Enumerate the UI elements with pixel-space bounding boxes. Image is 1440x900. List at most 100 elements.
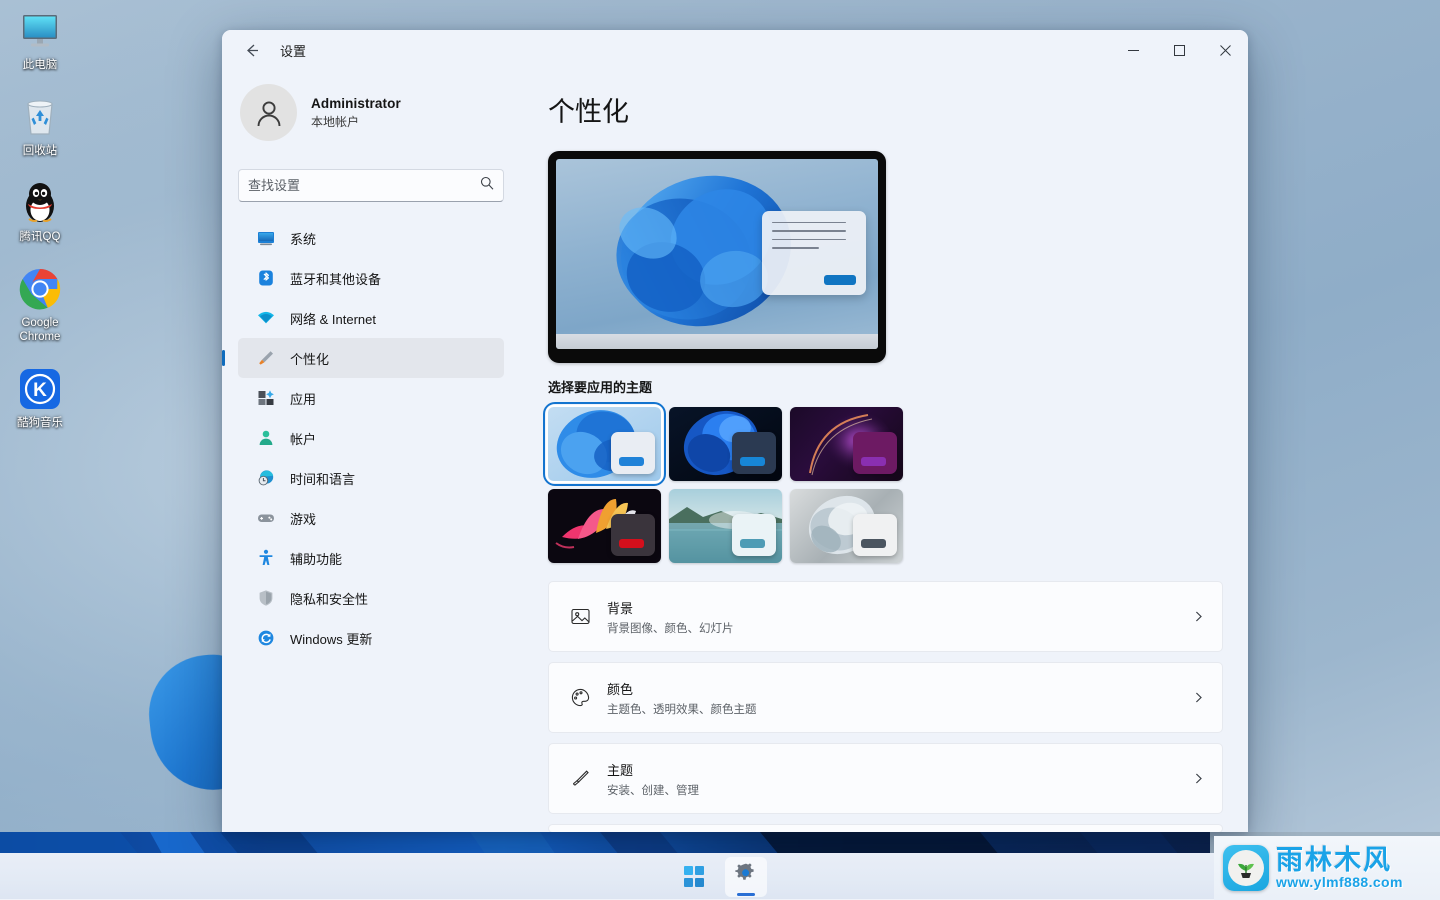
update-refresh-icon	[257, 629, 275, 647]
preview-accent-button	[824, 275, 856, 285]
settings-window: 设置 Administrator 本地帐户 查找设置 系统 蓝牙和其他设备 网络…	[222, 30, 1248, 832]
desktop-icon-list: 此电脑 回收站 腾讯QQ Google Chrome K 酷狗音乐	[0, 8, 80, 452]
sidebar-item-network[interactable]: 网络 & Internet	[238, 298, 504, 338]
sidebar-item-label: 系统	[290, 231, 317, 247]
taskbar-settings-button[interactable]	[725, 856, 767, 897]
search-input[interactable]	[248, 178, 480, 193]
desktop-icon-google-chrome[interactable]: Google Chrome	[0, 266, 80, 344]
preview-taskbar	[556, 334, 878, 349]
sidebar-item-system[interactable]: 系统	[238, 218, 504, 258]
sidebar-item-accessibility[interactable]: 辅助功能	[238, 538, 504, 578]
gamepad-icon	[257, 509, 275, 527]
computer-icon	[17, 8, 63, 54]
desktop-icon-label: 回收站	[22, 145, 58, 157]
theme-option-flow[interactable]	[548, 489, 661, 563]
theme-accent-swatch	[861, 539, 886, 548]
themes-heading: 选择要应用的主题	[548, 380, 653, 395]
kugou-music-icon: K	[17, 366, 63, 412]
settings-card-next-partial[interactable]	[548, 824, 1223, 832]
page-title: 个性化	[548, 97, 629, 127]
windows-logo-icon	[683, 866, 705, 887]
sidebar-item-label: 隐私和安全性	[290, 591, 369, 607]
account-subtitle: 本地帐户	[311, 114, 360, 129]
sidebar-item-privacy-security[interactable]: 隐私和安全性	[238, 578, 504, 618]
theme-option-captured-motion[interactable]	[790, 489, 903, 563]
sidebar-item-apps[interactable]: 应用	[238, 378, 504, 418]
sidebar-item-personalization[interactable]: 个性化	[238, 338, 504, 378]
picture-icon	[565, 606, 595, 627]
sidebar-item-label: 应用	[290, 391, 317, 407]
sidebar-item-label: 游戏	[290, 511, 317, 527]
settings-card-title: 主题	[607, 762, 634, 778]
theme-grid	[543, 402, 907, 563]
desktop-icon-label: 此电脑	[22, 59, 58, 71]
theme-option-sunrise[interactable]	[669, 489, 782, 563]
maximize-button[interactable]	[1156, 30, 1202, 70]
preview-dialog-card	[762, 211, 866, 295]
theme-mini-window	[853, 432, 897, 474]
avatar	[240, 84, 297, 141]
settings-card-background[interactable]: 背景 背景图像、颜色、幻灯片	[548, 581, 1223, 652]
svg-text:K: K	[33, 380, 47, 401]
account-block[interactable]: Administrator 本地帐户	[238, 70, 504, 147]
sidebar-item-label: 网络 & Internet	[290, 311, 376, 327]
settings-card-title: 背景	[607, 600, 634, 616]
main-content: 个性化 选择要应用的主题 背景 背景图像、颜色、幻灯片 颜色 主题色、透明效果、…	[520, 70, 1248, 832]
desktop-icon-this-pc[interactable]: 此电脑	[0, 8, 80, 72]
theme-mini-window	[732, 514, 776, 556]
desktop-icon-label: 腾讯QQ	[19, 231, 61, 243]
sidebar-item-label: 蓝牙和其他设备	[290, 271, 382, 287]
watermark-title: 雨林木风	[1276, 845, 1392, 875]
sidebar-item-label: 个性化	[290, 351, 330, 367]
chrome-icon	[17, 266, 63, 312]
theme-accent-swatch	[619, 457, 644, 466]
sidebar-item-accounts[interactable]: 帐户	[238, 418, 504, 458]
settings-card-subtitle: 安装、创建、管理	[607, 784, 699, 797]
desktop-icon-recycle-bin[interactable]: 回收站	[0, 94, 80, 158]
desktop-icon-tencent-qq[interactable]: 腾讯QQ	[0, 180, 80, 244]
bluetooth-icon	[257, 269, 275, 287]
active-app-indicator	[737, 892, 755, 896]
sidebar-item-gaming[interactable]: 游戏	[238, 498, 504, 538]
desktop-icon-label: 酷狗音乐	[17, 417, 63, 429]
theme-accent-swatch	[740, 457, 765, 466]
sidebar-item-label: 时间和语言	[290, 471, 356, 487]
sidebar-item-bluetooth[interactable]: 蓝牙和其他设备	[238, 258, 504, 298]
theme-accent-swatch	[740, 539, 765, 548]
sidebar-nav: 系统 蓝牙和其他设备 网络 & Internet 个性化 应用 帐户 时间和语言…	[238, 218, 504, 658]
apps-icon	[257, 389, 275, 407]
theme-mini-window	[853, 514, 897, 556]
gear-icon	[734, 862, 758, 891]
recycle-bin-icon	[17, 94, 63, 140]
accessibility-person-icon	[257, 549, 275, 567]
theme-mini-window	[611, 432, 655, 474]
window-titlebar: 设置	[222, 30, 1248, 70]
chevron-right-icon	[1192, 691, 1205, 704]
settings-card-colors[interactable]: 颜色 主题色、透明效果、颜色主题	[548, 662, 1223, 733]
settings-card-list: 背景 背景图像、颜色、幻灯片 颜色 主题色、透明效果、颜色主题 主题 安装、创建…	[548, 581, 1223, 832]
theme-option-glow[interactable]	[790, 407, 903, 481]
sidebar-item-label: 辅助功能	[290, 551, 343, 567]
palette-icon	[565, 687, 595, 708]
theme-accent-swatch	[861, 457, 886, 466]
search-box[interactable]	[238, 169, 504, 202]
qq-penguin-icon	[17, 180, 63, 226]
theme-accent-swatch	[619, 539, 644, 548]
theme-option-windows-dark[interactable]	[669, 407, 782, 481]
search-icon	[480, 176, 494, 195]
shield-icon	[257, 589, 275, 607]
settings-card-themes[interactable]: 主题 安装、创建、管理	[548, 743, 1223, 814]
sidebar: Administrator 本地帐户 查找设置 系统 蓝牙和其他设备 网络 & …	[222, 70, 520, 832]
sidebar-item-label: 帐户	[290, 431, 317, 447]
sidebar-item-label: Windows 更新	[290, 631, 373, 647]
desktop-icon-kugou-music[interactable]: K 酷狗音乐	[0, 366, 80, 430]
theme-mini-window	[732, 432, 776, 474]
sidebar-item-windows-update[interactable]: Windows 更新	[238, 618, 504, 658]
back-button[interactable]	[234, 35, 268, 65]
sidebar-item-time-language[interactable]: 时间和语言	[238, 458, 504, 498]
minimize-button[interactable]	[1110, 30, 1156, 70]
start-button[interactable]	[673, 857, 715, 897]
watermark-url: www.ylmf888.com	[1276, 874, 1403, 890]
close-button[interactable]	[1202, 30, 1248, 70]
theme-option-windows-light[interactable]	[543, 402, 666, 486]
